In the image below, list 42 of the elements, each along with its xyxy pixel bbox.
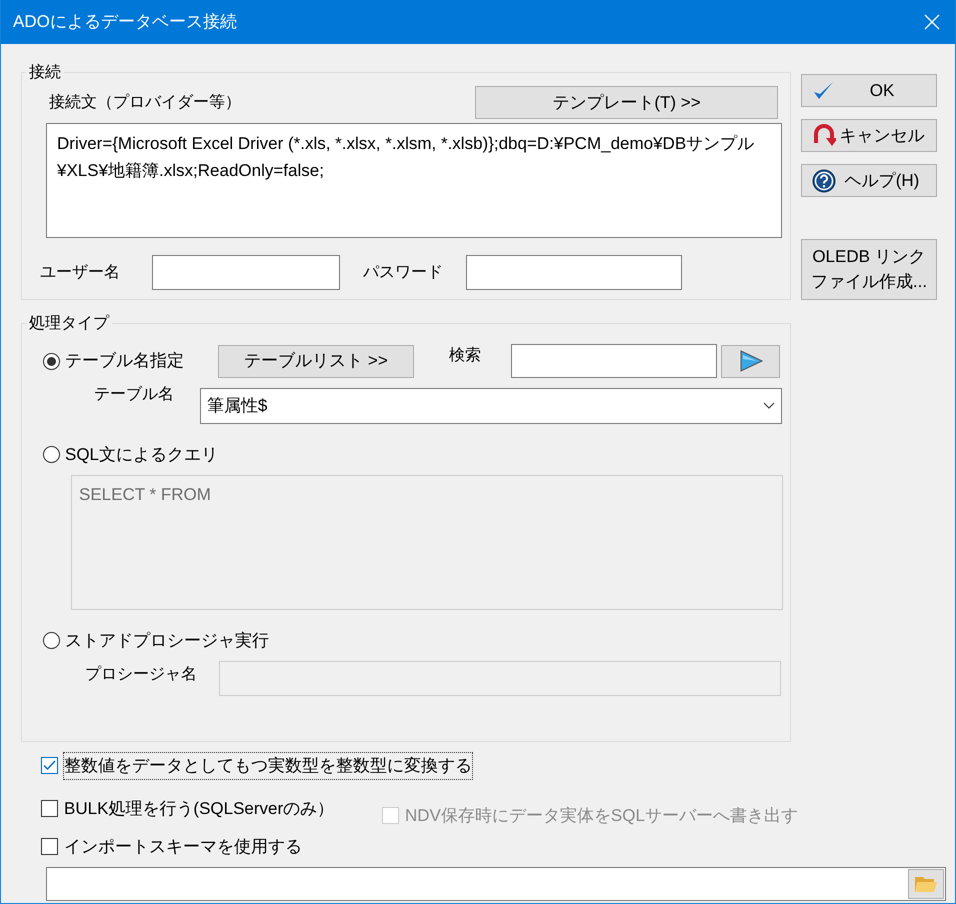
password-field[interactable] — [466, 255, 682, 290]
checkbox-label[interactable]: 整数値をデータとしてもつ実数型を整数型に変換する — [64, 753, 472, 778]
template-button[interactable]: テンプレート(T) >> — [475, 86, 778, 119]
help-button[interactable]: ヘルプ(H) — [801, 164, 937, 197]
checkbox[interactable] — [41, 800, 58, 817]
search-go-button[interactable] — [721, 344, 780, 378]
group-label: 処理タイプ — [26, 316, 112, 332]
dropdown-value: 筆属性$ — [206, 395, 268, 418]
radio-label[interactable]: ストアドプロシージャ実行 — [65, 628, 269, 653]
close-icon — [924, 14, 940, 30]
field-label: パスワード — [363, 262, 444, 282]
checkbox-label[interactable]: インポートスキーマを使用する — [64, 834, 302, 860]
undo-arrow-icon — [812, 122, 836, 148]
play-icon — [738, 348, 762, 373]
group-label: 接続 — [26, 65, 64, 81]
field-label: ユーザー名 — [40, 262, 121, 282]
checkbox[interactable] — [41, 757, 58, 774]
field-label: テーブル名 — [94, 384, 175, 405]
radio-button[interactable] — [43, 446, 60, 464]
chevron-down-icon — [763, 402, 775, 410]
field-label: 検索 — [449, 346, 482, 366]
ok-button[interactable]: OK — [801, 74, 937, 107]
radio-label[interactable]: SQL文によるクエリ — [65, 442, 218, 468]
oledb-link-button[interactable]: OLEDB リンク ファイル作成... — [801, 239, 937, 300]
file-path-field[interactable] — [46, 866, 946, 900]
checkmark-icon — [812, 80, 836, 102]
checkbox[interactable] — [41, 838, 58, 856]
window-title: ADOによるデータベース接続 — [13, 11, 237, 34]
connection-string-field[interactable]: Driver={Microsoft Excel Driver (*.xls, *.xlsx, *.xlsm, *.xlsb)};dbq=D:¥PCM_demo¥DBサンプル¥XLS¥地籍簿.xlsx;ReadOnly=false; — [46, 123, 782, 238]
user-name-field[interactable] — [152, 255, 340, 290]
checkbox-label[interactable]: BULK処理を行う(SQLServerのみ） — [64, 796, 334, 821]
field-label: 接続文（プロバイダー等） — [49, 92, 242, 112]
checkbox-label: NDV保存時にデータ実体をSQLサーバーへ書き出す — [405, 804, 798, 826]
radio-button[interactable] — [43, 632, 60, 649]
radio-button[interactable] — [43, 352, 60, 370]
radio-label[interactable]: テーブル名指定 — [65, 348, 184, 374]
cancel-button[interactable]: キャンセル — [801, 119, 937, 152]
field-label: プロシージャ名 — [85, 664, 198, 684]
table-list-button[interactable]: テーブルリスト >> — [218, 344, 414, 378]
help-icon — [812, 168, 836, 192]
search-field[interactable] — [511, 344, 717, 378]
table-name-dropdown[interactable]: 筆属性$ — [200, 388, 782, 424]
